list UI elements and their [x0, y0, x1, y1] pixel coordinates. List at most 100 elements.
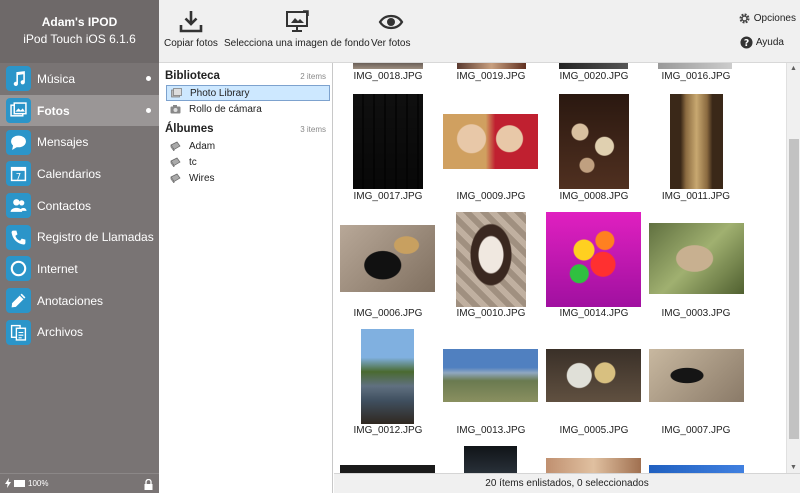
albums-section-header: Álbumes 3 items: [159, 117, 332, 135]
sidebar-item-fotos[interactable]: Fotos: [0, 94, 159, 127]
photo-filename: IMG_0010.JPG: [456, 308, 526, 319]
sidebar-item-label: Internet: [37, 261, 78, 276]
scroll-up-icon[interactable]: ▲: [790, 65, 797, 72]
photo-thumbnail: [340, 225, 435, 292]
photo-filename: IMG_0009.JPG: [456, 191, 526, 202]
photo-thumbnail: [649, 465, 744, 473]
pencil-icon: [6, 288, 31, 314]
lock-icon[interactable]: [144, 478, 153, 492]
options-label: Opciones: [753, 13, 796, 24]
photo-filename: IMG_0011.JPG: [661, 191, 731, 202]
photo-library-icon: [171, 88, 182, 98]
sidebar-nav: Música Fotos Mensajes 7 Calendarios Cont…: [0, 63, 159, 348]
album-icon: [170, 157, 181, 167]
photo-filename: IMG_0013.JPG: [456, 425, 526, 436]
library-item-photo-library[interactable]: Photo Library: [166, 85, 330, 101]
photo-filename: IMG_0016.JPG: [661, 71, 731, 82]
album-item-label: tc: [189, 156, 197, 168]
scrollbar-thumb[interactable]: [789, 139, 799, 439]
photo-filename: IMG_0014.JPG: [559, 308, 629, 319]
charging-bolt-icon: [5, 477, 11, 490]
photo-filename: IMG_0007.JPG: [661, 425, 731, 436]
device-header: Adam's IPOD iPod Touch iOS 6.1.6: [0, 0, 159, 63]
sidebar-item-anotaciones[interactable]: Anotaciones: [0, 285, 159, 317]
status-bar: 20 ítems enlistados, 0 seleccionados: [334, 473, 800, 493]
activity-dot: [146, 76, 151, 81]
sidebar-item-musica[interactable]: Música: [0, 63, 159, 95]
set-wallpaper-button[interactable]: Selecciona una imagen de fondo: [224, 9, 370, 49]
sidebar: Adam's IPOD iPod Touch iOS 6.1.6 Música …: [0, 0, 159, 493]
svg-text:?: ?: [744, 38, 749, 49]
photo-thumbnail: [559, 94, 629, 189]
album-icon: [170, 173, 181, 183]
photo-thumbnail: [353, 94, 423, 189]
album-item-label: Adam: [189, 140, 216, 152]
sidebar-item-mensajes[interactable]: Mensajes: [0, 126, 159, 158]
photo-thumbnail: [361, 329, 414, 424]
album-icon: [170, 141, 181, 151]
view-photos-button[interactable]: Ver fotos: [371, 9, 410, 49]
photo-filename: IMG_0019.JPG: [456, 71, 526, 82]
library-item-label: Photo Library: [190, 87, 250, 99]
sidebar-item-internet[interactable]: Internet: [0, 253, 159, 285]
scroll-down-icon[interactable]: ▼: [790, 464, 797, 471]
battery-icon: [14, 480, 25, 487]
copy-photos-label: Copiar fotos: [164, 38, 218, 49]
sidebar-item-label: Música: [37, 71, 76, 86]
photo-thumbnail: [546, 349, 641, 402]
albums-section-count: 3 items: [300, 125, 326, 134]
sidebar-item-registro-llamadas[interactable]: Registro de Llamadas: [0, 221, 159, 253]
sidebar-item-archivos[interactable]: Archivos: [0, 317, 159, 349]
library-section-header: Biblioteca 2 items: [159, 63, 332, 82]
photo-thumbnail: [464, 446, 517, 473]
svg-text:7: 7: [16, 173, 21, 183]
sidebar-item-label: Contactos: [37, 198, 92, 213]
view-photos-label: Ver fotos: [371, 38, 411, 49]
activity-dot: [146, 107, 151, 113]
sidebar-item-label: Calendarios: [37, 166, 102, 181]
photo-thumbnail: [649, 349, 744, 402]
photos-icon: [6, 98, 31, 124]
device-model: iPod Touch iOS 6.1.6: [23, 32, 136, 46]
help-button[interactable]: ? Ayuda: [740, 36, 784, 49]
contacts-icon: [6, 193, 31, 219]
photo-thumbnail: [457, 63, 526, 69]
monitor-image-icon: [285, 10, 309, 32]
library-item-label: Rollo de cámara: [189, 103, 262, 115]
sidebar-item-calendarios[interactable]: 7 Calendarios: [0, 158, 159, 190]
gear-icon: [739, 13, 750, 24]
sidebar-item-label: Anotaciones: [37, 293, 104, 308]
photo-filename: IMG_0003.JPG: [661, 308, 731, 319]
library-item-camera-roll[interactable]: Rollo de cámara: [166, 101, 330, 117]
internet-icon: [6, 256, 31, 282]
photo-thumbnail: [456, 212, 526, 307]
album-item-tc[interactable]: tc: [166, 154, 330, 170]
help-icon: ?: [740, 36, 753, 49]
photo-filename: IMG_0006.JPG: [353, 308, 423, 319]
set-wallpaper-label: Selecciona una imagen de fondo: [224, 38, 370, 49]
grid-scrollbar[interactable]: ▲ ▼: [786, 63, 800, 473]
phone-icon: [6, 224, 31, 250]
photo-filename: IMG_0020.JPG: [559, 71, 629, 82]
album-item-adam[interactable]: Adam: [166, 138, 330, 154]
photo-thumbnail: [546, 458, 641, 473]
photo-thumbnail: [658, 63, 732, 69]
photo-thumbnail: [546, 212, 641, 307]
sidebar-item-label: Archivos: [37, 325, 84, 340]
photo-filename: IMG_0012.JPG: [353, 425, 423, 436]
copy-photos-button[interactable]: Copiar fotos: [164, 9, 218, 49]
eye-icon: [378, 14, 404, 30]
library-section-count: 2 items: [300, 72, 326, 81]
photo-filename: IMG_0017.JPG: [353, 191, 423, 202]
options-button[interactable]: Opciones: [738, 12, 796, 25]
device-name: Adam's IPOD: [41, 15, 118, 29]
battery-level: 100%: [28, 479, 49, 488]
photo-thumbnail: [670, 94, 723, 189]
toolbar: Copiar fotos Selecciona una imagen de fo…: [159, 0, 800, 63]
sidebar-item-contactos[interactable]: Contactos: [0, 190, 159, 222]
library-pane: Biblioteca 2 items Photo Library Rollo d…: [159, 63, 333, 493]
album-item-wires[interactable]: Wires: [166, 170, 330, 186]
sidebar-item-label: Registro de Llamadas: [37, 230, 154, 245]
sidebar-item-label: Fotos: [37, 103, 70, 118]
messages-icon: [6, 129, 31, 155]
